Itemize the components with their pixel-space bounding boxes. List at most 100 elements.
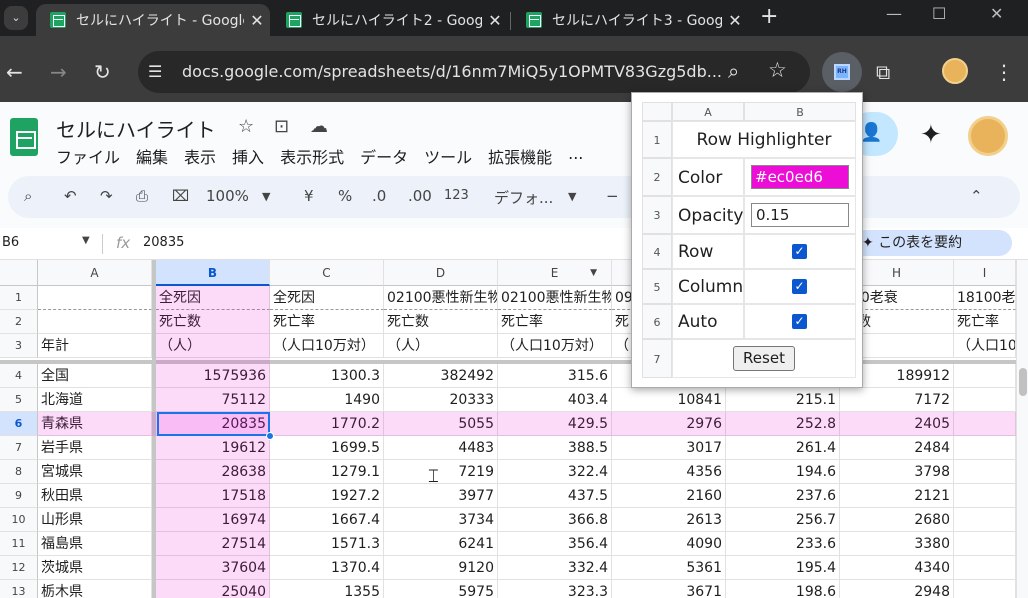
chevron-down-icon[interactable]: ▼ <box>568 190 576 203</box>
cell-i5[interactable] <box>954 388 1016 412</box>
cell-f6[interactable]: 2976 <box>612 412 726 436</box>
percent-format-button[interactable]: % <box>338 187 352 205</box>
cell-b3[interactable]: （人） <box>156 334 270 358</box>
cell-b7[interactable]: 19612 <box>156 436 270 460</box>
auto-checkbox[interactable]: ✓ <box>792 314 807 329</box>
cell-a7[interactable]: 岩手県 <box>38 436 152 460</box>
cell-a13[interactable]: 栃木県 <box>38 580 152 598</box>
font-select[interactable]: デフォ... <box>494 187 553 208</box>
cell-g6[interactable]: 252.8 <box>726 412 840 436</box>
vertical-scrollbar[interactable] <box>1016 260 1028 598</box>
chevron-down-icon[interactable]: ▼ <box>82 235 90 246</box>
cell-f11[interactable]: 4090 <box>612 532 726 556</box>
cell-f7[interactable]: 3017 <box>612 436 726 460</box>
row-header-3[interactable]: 3 <box>0 334 38 358</box>
column-header-a[interactable]: A <box>38 260 152 286</box>
menu-more[interactable]: ... <box>568 144 583 168</box>
cell-i2[interactable]: 死亡率 <box>954 310 1016 334</box>
currency-format-button[interactable]: ¥ <box>304 187 314 205</box>
cell-d7[interactable]: 4483 <box>384 436 498 460</box>
menu-data[interactable]: データ <box>360 144 408 168</box>
cell-f9[interactable]: 2160 <box>612 484 726 508</box>
cell-e7[interactable]: 388.5 <box>498 436 612 460</box>
cell-g12[interactable]: 195.4 <box>726 556 840 580</box>
cell-e1[interactable]: 02100悪性新生物 <box>498 286 612 310</box>
cell-g8[interactable]: 194.6 <box>726 460 840 484</box>
account-avatar[interactable] <box>968 116 1008 156</box>
close-icon[interactable]: ✕ <box>244 11 270 30</box>
undo-icon[interactable]: ↶ <box>64 187 77 205</box>
cell-a1[interactable] <box>38 286 152 310</box>
summarize-table-button[interactable]: ✦ この表を要約 <box>850 230 1012 256</box>
cell-h11[interactable]: 3380 <box>840 532 954 556</box>
cell-c11[interactable]: 1571.3 <box>270 532 384 556</box>
window-close-icon[interactable]: ✕ <box>990 4 1003 23</box>
cell-e9[interactable]: 437.5 <box>498 484 612 508</box>
row-header-10[interactable]: 10 <box>0 508 38 532</box>
column-checkbox[interactable]: ✓ <box>792 279 807 294</box>
cell-c6[interactable]: 1770.2 <box>270 412 384 436</box>
cloud-status-icon[interactable]: ☁ <box>310 116 328 137</box>
increase-decimal-button[interactable]: .00 <box>408 187 432 205</box>
cell-f5[interactable]: 10841 <box>612 388 726 412</box>
tab-search-icon[interactable]: ⌄ <box>4 6 28 30</box>
cell-g7[interactable]: 261.4 <box>726 436 840 460</box>
row-header-5[interactable]: 5 <box>0 388 38 412</box>
cell-h7[interactable]: 2484 <box>840 436 954 460</box>
cell-c1[interactable]: 全死因 <box>270 286 384 310</box>
cell-h6[interactable]: 2405 <box>840 412 954 436</box>
cell-i3[interactable]: （人口10 <box>954 334 1016 358</box>
fill-handle[interactable] <box>266 432 274 440</box>
cell-a5[interactable]: 北海道 <box>38 388 152 412</box>
cell-c13[interactable]: 1355 <box>270 580 384 598</box>
cell-b4[interactable]: 1575936 <box>156 364 270 388</box>
scrollbar-thumb[interactable] <box>1019 368 1027 396</box>
cell-a2[interactable] <box>38 310 152 334</box>
row-checkbox[interactable]: ✓ <box>792 244 807 259</box>
cell-d8[interactable]: 7219 <box>384 460 498 484</box>
print-icon[interactable]: ⎙ <box>136 187 148 205</box>
cell-h10[interactable]: 2680 <box>840 508 954 532</box>
cell-g11[interactable]: 233.6 <box>726 532 840 556</box>
cell-b11[interactable]: 27514 <box>156 532 270 556</box>
cell-i10[interactable] <box>954 508 1016 532</box>
redo-icon[interactable]: ↷ <box>100 187 113 205</box>
cell-e2[interactable]: 死亡率 <box>498 310 612 334</box>
cell-i9[interactable] <box>954 484 1016 508</box>
cell-a12[interactable]: 茨城県 <box>38 556 152 580</box>
maximize-icon[interactable]: ☐ <box>932 4 946 23</box>
chevron-down-icon[interactable]: ▼ <box>262 190 270 203</box>
column-header-e[interactable]: E ▼ <box>498 260 612 286</box>
cell-h9[interactable]: 2121 <box>840 484 954 508</box>
cell-i11[interactable] <box>954 532 1016 556</box>
cell-c12[interactable]: 1370.4 <box>270 556 384 580</box>
frozen-column-divider[interactable] <box>152 260 156 598</box>
cell-c10[interactable]: 1667.4 <box>270 508 384 532</box>
menu-insert[interactable]: 挿入 <box>232 144 264 168</box>
cell-e4[interactable]: 315.6 <box>498 364 612 388</box>
cell-e12[interactable]: 332.4 <box>498 556 612 580</box>
cell-b6[interactable]: 20835 <box>156 412 270 436</box>
column-header-b[interactable]: B <box>156 260 270 286</box>
cell-d13[interactable]: 5975 <box>384 580 498 598</box>
menu-extensions[interactable]: 拡張機能 <box>488 144 552 168</box>
cell-e8[interactable]: 322.4 <box>498 460 612 484</box>
cell-h5[interactable]: 7172 <box>840 388 954 412</box>
cell-i7[interactable] <box>954 436 1016 460</box>
cell-i8[interactable] <box>954 460 1016 484</box>
color-input[interactable]: #ec0ed6 <box>751 165 849 189</box>
browser-menu-icon[interactable]: ⋮ <box>994 60 1014 84</box>
cell-g5[interactable]: 215.1 <box>726 388 840 412</box>
forward-icon[interactable]: → <box>50 60 67 84</box>
cell-a9[interactable]: 秋田県 <box>38 484 152 508</box>
reset-button[interactable]: Reset <box>733 346 795 371</box>
tab-2[interactable]: セルにハイライト2 - Goog ✕ <box>272 4 508 36</box>
cell-c5[interactable]: 1490 <box>270 388 384 412</box>
cell-e5[interactable]: 403.4 <box>498 388 612 412</box>
spreadsheet-grid[interactable]: ABCDE▼FGHI1全死因全死因02100悪性新生物02100悪性新生物091… <box>0 260 1016 598</box>
row-header-12[interactable]: 12 <box>0 556 38 580</box>
close-icon[interactable]: ✕ <box>482 11 508 30</box>
column-header-c[interactable]: C <box>270 260 384 286</box>
cell-d9[interactable]: 3977 <box>384 484 498 508</box>
cell-b13[interactable]: 25040 <box>156 580 270 598</box>
